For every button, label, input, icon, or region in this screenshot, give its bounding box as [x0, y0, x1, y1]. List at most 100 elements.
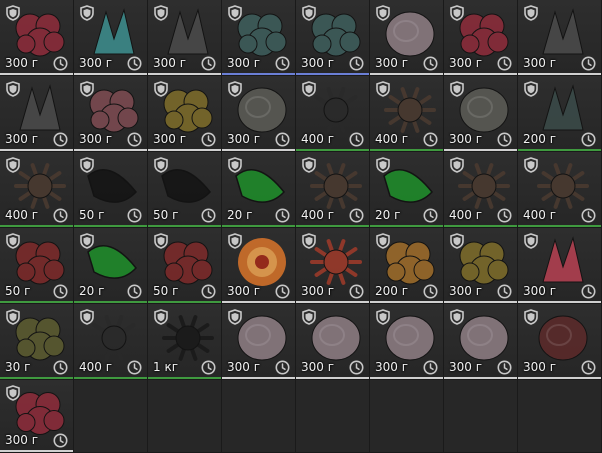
inventory-slot[interactable]: 300 г	[74, 0, 148, 76]
clock-icon	[581, 284, 596, 299]
item-weight: 300 г	[523, 284, 557, 298]
rarity-bar	[518, 149, 601, 151]
item-weight: 300 г	[5, 132, 39, 146]
shield-icon	[80, 157, 94, 173]
inventory-slot[interactable]: 300 г	[148, 76, 222, 152]
rarity-bar	[74, 377, 147, 379]
clock-icon	[53, 208, 68, 223]
item-weight: 400 г	[301, 132, 335, 146]
shield-icon	[450, 157, 464, 173]
rarity-bar	[148, 377, 221, 379]
inventory-slot[interactable]: 300 г	[222, 0, 296, 76]
inventory-slot[interactable]: 300 г	[222, 76, 296, 152]
shield-icon	[6, 233, 20, 249]
inventory-slot[interactable]: 300 г	[74, 76, 148, 152]
shield-icon	[80, 81, 94, 97]
inventory-slot[interactable]: 50 г	[148, 152, 222, 228]
clock-icon	[423, 208, 438, 223]
inventory-slot[interactable]: 300 г	[296, 304, 370, 380]
item-weight: 300 г	[227, 284, 261, 298]
item-weight: 300 г	[375, 360, 409, 374]
inventory-slot[interactable]: 400 г	[74, 304, 148, 380]
inventory-slot[interactable]: 1 кг	[148, 304, 222, 380]
clock-icon	[275, 56, 290, 71]
inventory-slot[interactable]: 50 г	[0, 228, 74, 304]
inventory-slot[interactable]: 300 г	[0, 0, 74, 76]
inventory-slot[interactable]: 50 г	[148, 228, 222, 304]
clock-icon	[127, 284, 142, 299]
clock-icon	[497, 132, 512, 147]
inventory-slot[interactable]: 300 г	[518, 304, 602, 380]
shield-icon	[154, 309, 168, 325]
inventory-slot[interactable]: 300 г	[370, 0, 444, 76]
rarity-bar	[222, 377, 295, 379]
inventory-slot[interactable]: 300 г	[296, 228, 370, 304]
shield-icon	[524, 233, 538, 249]
rarity-bar	[444, 73, 517, 75]
shield-icon	[6, 385, 20, 401]
shield-icon	[154, 81, 168, 97]
rarity-bar	[518, 377, 601, 379]
clock-icon	[53, 132, 68, 147]
inventory-slot[interactable]: 200 г	[518, 76, 602, 152]
inventory-slot[interactable]: 20 г	[74, 228, 148, 304]
clock-icon	[127, 208, 142, 223]
inventory-slot[interactable]: 300 г	[444, 0, 518, 76]
item-weight: 300 г	[523, 56, 557, 70]
clock-icon	[349, 56, 364, 71]
inventory-slot[interactable]: 50 г	[74, 152, 148, 228]
clock-icon	[53, 284, 68, 299]
inventory-slot[interactable]: 400 г	[518, 152, 602, 228]
shield-icon	[450, 309, 464, 325]
clock-icon	[581, 208, 596, 223]
inventory-slot[interactable]: 300 г	[222, 304, 296, 380]
item-weight: 300 г	[449, 132, 483, 146]
inventory-slot[interactable]: 20 г	[222, 152, 296, 228]
clock-icon	[423, 56, 438, 71]
shield-icon	[6, 157, 20, 173]
inventory-slot[interactable]: 300 г	[0, 380, 74, 453]
shield-icon	[376, 309, 390, 325]
inventory-slot[interactable]: 30 г	[0, 304, 74, 380]
clock-icon	[127, 56, 142, 71]
shield-icon	[376, 157, 390, 173]
inventory-slot[interactable]: 300 г	[370, 304, 444, 380]
rarity-bar	[148, 225, 221, 227]
inventory-slot[interactable]: 400 г	[444, 152, 518, 228]
inventory-slot[interactable]: 20 г	[370, 152, 444, 228]
shield-icon	[228, 5, 242, 21]
clock-icon	[423, 360, 438, 375]
inventory-slot[interactable]: 300 г	[296, 0, 370, 76]
clock-icon	[349, 284, 364, 299]
inventory-slot[interactable]: 300 г	[444, 76, 518, 152]
item-weight: 300 г	[301, 56, 335, 70]
rarity-bar	[370, 377, 443, 379]
inventory-slot[interactable]: 400 г	[370, 76, 444, 152]
rarity-bar	[148, 73, 221, 75]
item-weight: 300 г	[227, 132, 261, 146]
inventory-slot[interactable]: 300 г	[148, 0, 222, 76]
shield-icon	[524, 309, 538, 325]
inventory-slot[interactable]: 300 г	[444, 228, 518, 304]
item-weight: 400 г	[449, 208, 483, 222]
clock-icon	[581, 360, 596, 375]
rarity-bar	[518, 225, 601, 227]
inventory-slot[interactable]: 300 г	[0, 76, 74, 152]
empty-slot	[148, 380, 222, 453]
clock-icon	[497, 208, 512, 223]
inventory-slot[interactable]: 400 г	[0, 152, 74, 228]
inventory-slot[interactable]: 300 г	[222, 228, 296, 304]
inventory-slot[interactable]: 400 г	[296, 76, 370, 152]
inventory-slot[interactable]: 300 г	[518, 0, 602, 76]
rarity-bar	[444, 377, 517, 379]
rarity-bar	[296, 225, 369, 227]
shield-icon	[228, 309, 242, 325]
rarity-bar	[518, 73, 601, 75]
inventory-slot[interactable]: 400 г	[296, 152, 370, 228]
shield-icon	[302, 81, 316, 97]
inventory-slot[interactable]: 300 г	[444, 304, 518, 380]
clock-icon	[127, 360, 142, 375]
inventory-slot[interactable]: 300 г	[518, 228, 602, 304]
inventory-slot[interactable]: 200 г	[370, 228, 444, 304]
clock-icon	[201, 284, 216, 299]
